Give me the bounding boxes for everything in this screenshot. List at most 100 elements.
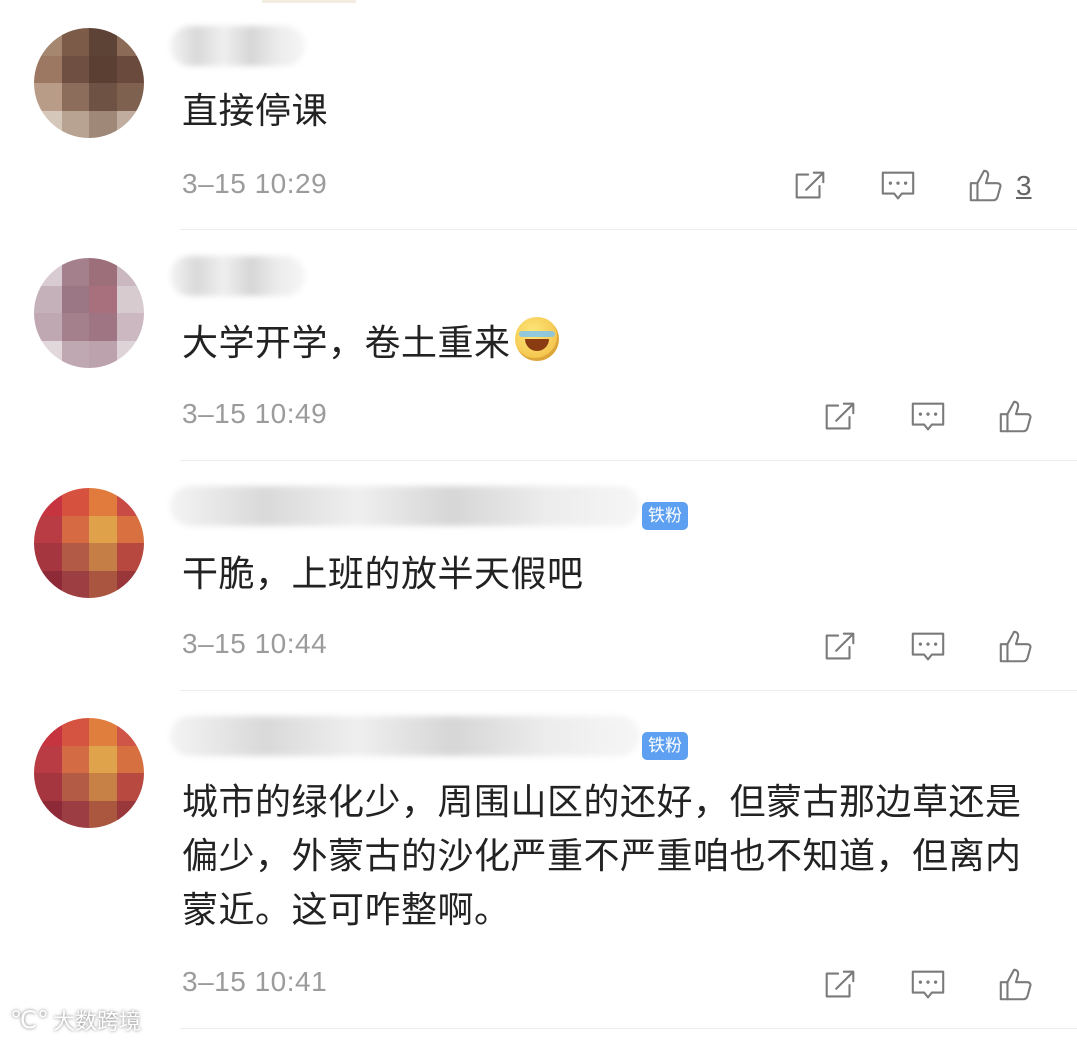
share-edit-icon[interactable]: [820, 965, 860, 1005]
top-strip: [0, 0, 1077, 6]
avatar-pixel: [89, 28, 117, 56]
watermark-text: 大数跨境: [52, 1010, 141, 1035]
avatar-pixel: [89, 488, 117, 516]
avatar-pixel: [116, 773, 144, 801]
comment-text: 大学开学，卷土重来: [182, 317, 1042, 371]
username-blurred[interactable]: [170, 256, 305, 296]
avatar[interactable]: [34, 488, 144, 598]
avatar-pixel: [61, 745, 89, 773]
avatar-pixel: [116, 313, 144, 341]
top-strip-tint: [262, 0, 356, 3]
avatar-pixel: [89, 515, 117, 543]
share-edit-icon[interactable]: [820, 397, 860, 437]
divider: [180, 1028, 1077, 1029]
comment-time: 3–15 10:29: [182, 168, 328, 199]
avatar-pixel: [34, 800, 62, 828]
avatar-pixel: [116, 285, 144, 313]
comment-actions: 3: [790, 164, 1032, 208]
avatar-pixel: [34, 55, 62, 83]
laugh-cry-emoji-icon: [514, 317, 559, 361]
avatar-pixel: [116, 258, 144, 286]
avatar-pixel: [89, 110, 117, 138]
avatar-pixel: [61, 55, 89, 83]
comment-text: 干脆，上班的放半天假吧: [182, 554, 584, 595]
thumbs-up-icon[interactable]: [996, 627, 1036, 667]
avatar-pixel: [34, 543, 62, 571]
comment-bubble-icon[interactable]: [908, 397, 948, 437]
avatar-pixel: [116, 543, 144, 571]
avatar-pixel: [61, 313, 89, 341]
avatar-pixel: [61, 773, 89, 801]
avatar-pixel: [61, 110, 89, 138]
comment-time: 3–15 10:41: [182, 966, 328, 997]
avatar-pixel: [116, 340, 144, 368]
fan-badge[interactable]: 铁粉: [642, 502, 688, 530]
share-edit-icon[interactable]: [820, 627, 860, 667]
avatar-pixel: [61, 340, 89, 368]
comment-bubble-icon[interactable]: [908, 627, 948, 667]
avatar-pixel: [89, 800, 117, 828]
avatar-pixel: [61, 285, 89, 313]
avatar-pixel: [116, 800, 144, 828]
avatar-pixel: [89, 258, 117, 286]
avatar-pixel: [34, 773, 62, 801]
avatar-pixel: [116, 55, 144, 83]
avatar-pixel: [61, 543, 89, 571]
avatar-pixel: [116, 488, 144, 516]
comment-text: 城市的绿化少，周围山区的还好，但蒙古那边草还是偏少，外蒙古的沙化严重不严重咱也不…: [182, 782, 1022, 931]
avatar-pixel: [34, 515, 62, 543]
avatar-pixel: [89, 83, 117, 111]
divider: [180, 690, 1077, 691]
like-count[interactable]: 3: [1016, 170, 1032, 202]
thumbs-up-icon[interactable]: [966, 166, 1006, 206]
comment-actions: [820, 395, 1036, 439]
avatar[interactable]: [34, 258, 144, 368]
fan-badge[interactable]: 铁粉: [642, 732, 688, 760]
comment-actions: [820, 625, 1036, 669]
avatar[interactable]: [34, 718, 144, 828]
avatar-pixel: [89, 285, 117, 313]
avatar-pixel: [61, 83, 89, 111]
avatar-pixel: [34, 258, 62, 286]
avatar-pixel: [89, 745, 117, 773]
avatar-pixel: [89, 313, 117, 341]
comment-bubble-icon[interactable]: [908, 965, 948, 1005]
watermark-logo-icon: ℃°: [10, 1006, 49, 1034]
avatar-pixel: [89, 55, 117, 83]
avatar-pixel: [61, 718, 89, 746]
avatar-pixel: [89, 570, 117, 598]
avatar-pixel: [34, 285, 62, 313]
avatar-pixel: [34, 718, 62, 746]
avatar-pixel: [61, 488, 89, 516]
username-blurred[interactable]: [170, 26, 305, 66]
avatar-pixel: [34, 110, 62, 138]
comment-actions: [820, 963, 1036, 1007]
avatar-pixel: [116, 745, 144, 773]
username-blurred[interactable]: [170, 716, 640, 756]
avatar-pixel: [61, 258, 89, 286]
divider: [180, 460, 1077, 461]
avatar-pixel: [116, 28, 144, 56]
avatar-pixel: [34, 313, 62, 341]
avatar-pixel: [34, 83, 62, 111]
avatar-pixel: [34, 28, 62, 56]
comment-text: 直接停课: [182, 91, 329, 132]
avatar-pixel: [89, 718, 117, 746]
comment-text-body: 大学开学，卷土重来: [182, 323, 511, 364]
avatar-pixel: [116, 718, 144, 746]
avatar-pixel: [61, 570, 89, 598]
thumbs-up-icon[interactable]: [996, 397, 1036, 437]
divider: [180, 229, 1077, 230]
share-edit-icon[interactable]: [790, 166, 830, 206]
avatar-pixel: [89, 773, 117, 801]
avatar-pixel: [116, 515, 144, 543]
thumbs-up-icon[interactable]: [996, 965, 1036, 1005]
comment-time: 3–15 10:49: [182, 398, 328, 429]
avatar[interactable]: [34, 28, 144, 138]
avatar-pixel: [34, 488, 62, 516]
username-blurred[interactable]: [170, 486, 640, 526]
avatar-pixel: [116, 83, 144, 111]
comment-bubble-icon[interactable]: [878, 166, 918, 206]
avatar-pixel: [34, 570, 62, 598]
avatar-pixel: [89, 543, 117, 571]
